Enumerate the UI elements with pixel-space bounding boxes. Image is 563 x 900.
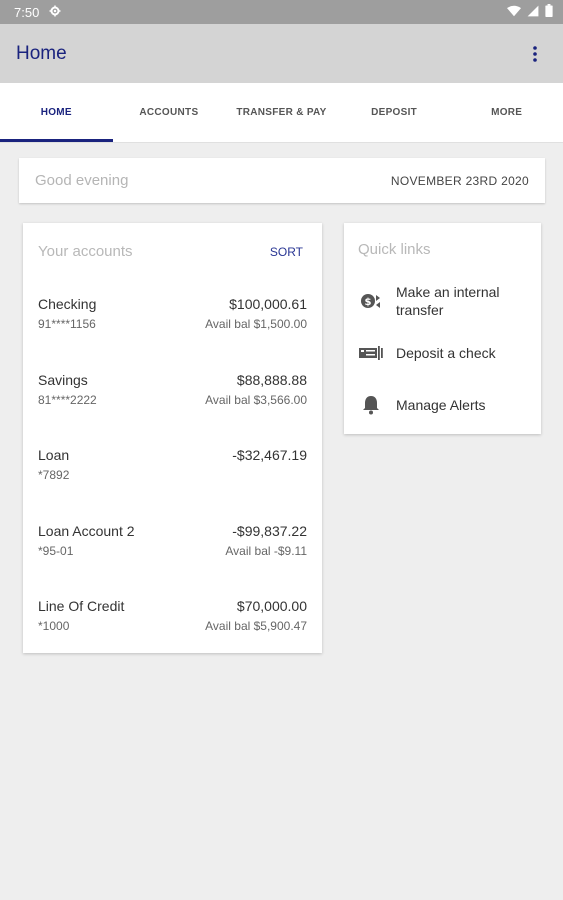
tab-home[interactable]: HOME (0, 83, 113, 142)
more-vert-icon (533, 45, 537, 62)
status-bar: 7:50 (0, 0, 563, 24)
account-row-loan[interactable]: Loan *7892 -$32,467.19 (38, 431, 307, 507)
wifi-icon (507, 5, 521, 20)
app-bar: Home (0, 24, 563, 83)
transfer-icon: $ (358, 288, 384, 314)
accounts-card: Your accounts SORT Checking 91****1156 $… (23, 223, 322, 653)
tab-bar: HOME ACCOUNTS TRANSFER & PAY DEPOSIT MOR… (0, 83, 563, 143)
battery-icon (545, 4, 553, 20)
quick-link-label: Deposit a check (396, 345, 496, 361)
quick-link-label: Manage Alerts (396, 397, 486, 413)
greeting-card: Good evening NOVEMBER 23RD 2020 (19, 158, 545, 203)
accounts-title: Your accounts (38, 243, 133, 260)
tab-transfer-pay[interactable]: TRANSFER & PAY (225, 83, 338, 142)
account-number: *7892 (38, 468, 70, 482)
status-time: 7:50 (14, 4, 40, 20)
account-name: Loan Account 2 (38, 522, 135, 539)
quick-link-deposit-check[interactable]: Deposit a check (358, 327, 527, 379)
quick-link-label: Make an internal transfer (396, 284, 500, 318)
account-available-balance: Avail bal $3,566.00 (205, 392, 307, 407)
account-row-savings[interactable]: Savings 81****2222 $88,888.88 Avail bal … (38, 356, 307, 432)
quick-links-title: Quick links (358, 240, 431, 258)
quick-link-manage-alerts[interactable]: Manage Alerts (358, 379, 527, 431)
account-number: *95-01 (38, 543, 74, 558)
account-number: 91****1156 (38, 317, 96, 331)
check-icon (358, 340, 384, 366)
account-balance: $88,888.88 (236, 371, 307, 388)
account-balance: $70,000.00 (236, 598, 307, 614)
account-number: 81****2222 (38, 392, 97, 407)
tab-deposit[interactable]: DEPOSIT (338, 83, 451, 142)
account-balance: -$32,467.19 (232, 447, 307, 463)
greeting-text: Good evening (35, 172, 129, 189)
account-balance: $100,000.61 (229, 296, 307, 312)
account-row-loan-account-2[interactable]: Loan Account 2 *95-01 -$99,837.22 Avail … (38, 507, 307, 583)
account-available-balance: Avail bal $1,500.00 (205, 317, 307, 331)
settings-icon (49, 5, 61, 20)
account-name: Line Of Credit (38, 598, 125, 614)
current-date: NOVEMBER 23RD 2020 (390, 173, 529, 188)
tab-accounts[interactable]: ACCOUNTS (113, 83, 226, 142)
svg-text:$: $ (365, 297, 372, 308)
account-available-balance: Avail bal $5,900.47 (205, 619, 307, 633)
account-row-checking[interactable]: Checking 91****1156 $100,000.61 Avail ba… (38, 280, 307, 356)
account-number: *1000 (38, 619, 70, 633)
page-title: Home (16, 42, 67, 64)
sort-button[interactable]: SORT (266, 241, 307, 263)
overflow-menu-button[interactable] (523, 39, 547, 69)
account-name: Checking (38, 296, 97, 312)
quick-links-card: Quick links $ Make an internal transfer … (344, 223, 541, 434)
account-name: Loan (38, 447, 70, 463)
bell-icon (358, 392, 384, 418)
account-available-balance: Avail bal -$9.11 (225, 543, 307, 558)
account-row-line-of-credit[interactable]: Line Of Credit *1000 $70,000.00 Avail ba… (38, 582, 307, 658)
tab-more[interactable]: MORE (450, 83, 563, 142)
account-name: Savings (38, 371, 88, 388)
signal-icon (527, 5, 539, 20)
account-balance: -$99,837.22 (232, 522, 307, 539)
quick-link-internal-transfer[interactable]: $ Make an internal transfer (358, 275, 527, 327)
